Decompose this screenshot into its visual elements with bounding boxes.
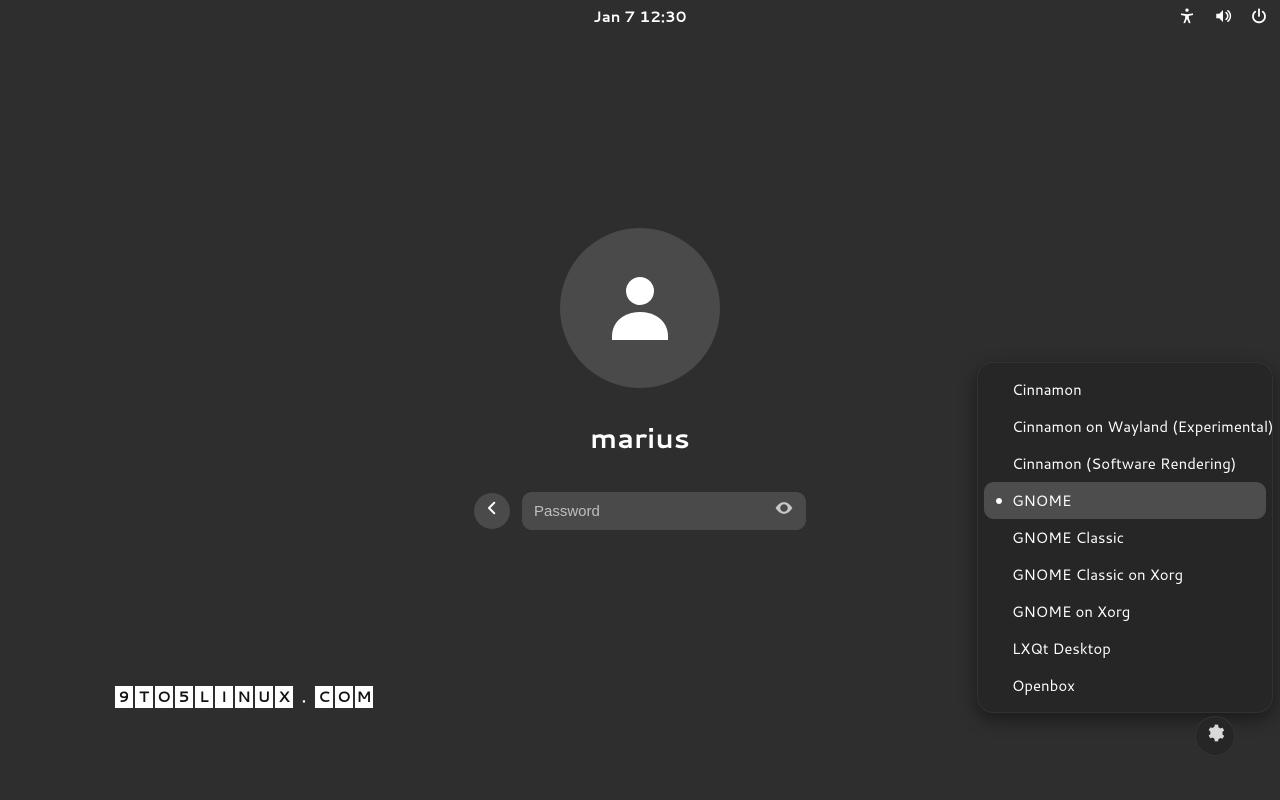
reveal-password-button[interactable] xyxy=(772,499,796,523)
clock[interactable]: Jan 7 12:30 xyxy=(594,6,687,27)
session-item-label: GNOME on Xorg xyxy=(1012,601,1130,622)
watermark-char: T xyxy=(135,686,153,708)
session-item[interactable]: GNOME Classic xyxy=(984,519,1266,556)
session-item-label: GNOME Classic on Xorg xyxy=(1012,564,1183,585)
session-item-label: LXQt Desktop xyxy=(1012,638,1111,659)
session-item[interactable]: Cinnamon xyxy=(984,371,1266,408)
accessibility-icon[interactable] xyxy=(1178,7,1196,25)
username-label: marius xyxy=(590,418,690,458)
session-item-label: Openbox xyxy=(1012,675,1075,696)
gear-icon xyxy=(1205,723,1225,749)
watermark-char: L xyxy=(195,686,213,708)
session-item-label: GNOME xyxy=(1012,490,1071,511)
power-icon[interactable] xyxy=(1250,7,1268,25)
eye-icon xyxy=(774,498,794,524)
session-item[interactable]: LXQt Desktop xyxy=(984,630,1266,667)
watermark-char: . xyxy=(295,686,313,708)
session-item-label: Cinnamon on Wayland (Experimental) xyxy=(1012,416,1274,437)
password-input[interactable] xyxy=(534,503,772,520)
back-button[interactable] xyxy=(474,493,510,529)
session-item-label: GNOME Classic xyxy=(1012,527,1124,548)
watermark-char: N xyxy=(235,686,253,708)
chevron-left-icon xyxy=(483,499,501,523)
system-tray xyxy=(1178,0,1268,32)
watermark: 9TO5LINUX.COM xyxy=(115,686,373,708)
auth-row xyxy=(474,492,806,530)
user-avatar[interactable] xyxy=(560,228,720,388)
watermark-char: O xyxy=(335,686,353,708)
person-icon xyxy=(598,263,682,353)
session-item[interactable]: Openbox xyxy=(984,667,1266,704)
session-menu: Cinnamon Cinnamon on Wayland (Experimenta… xyxy=(977,362,1273,713)
session-settings-button[interactable] xyxy=(1195,716,1235,756)
top-bar: Jan 7 12:30 xyxy=(0,0,1280,32)
watermark-char: 5 xyxy=(175,686,193,708)
session-item[interactable]: Cinnamon (Software Rendering) xyxy=(984,445,1266,482)
password-field xyxy=(522,492,806,530)
session-item-label: Cinnamon (Software Rendering) xyxy=(1012,453,1236,474)
selected-dot-icon xyxy=(996,498,1002,504)
login-panel: marius xyxy=(474,228,806,530)
watermark-char: 9 xyxy=(115,686,133,708)
watermark-char: C xyxy=(315,686,333,708)
session-item[interactable]: GNOME on Xorg xyxy=(984,593,1266,630)
volume-icon[interactable] xyxy=(1214,7,1232,25)
session-item-label: Cinnamon xyxy=(1012,379,1082,400)
watermark-char: O xyxy=(155,686,173,708)
watermark-char: X xyxy=(275,686,293,708)
watermark-char: U xyxy=(255,686,273,708)
session-item[interactable]: Cinnamon on Wayland (Experimental) xyxy=(984,408,1266,445)
session-item[interactable]: GNOME Classic on Xorg xyxy=(984,556,1266,593)
session-item[interactable]: GNOME xyxy=(984,482,1266,519)
watermark-char: M xyxy=(355,686,373,708)
watermark-char: I xyxy=(215,686,233,708)
